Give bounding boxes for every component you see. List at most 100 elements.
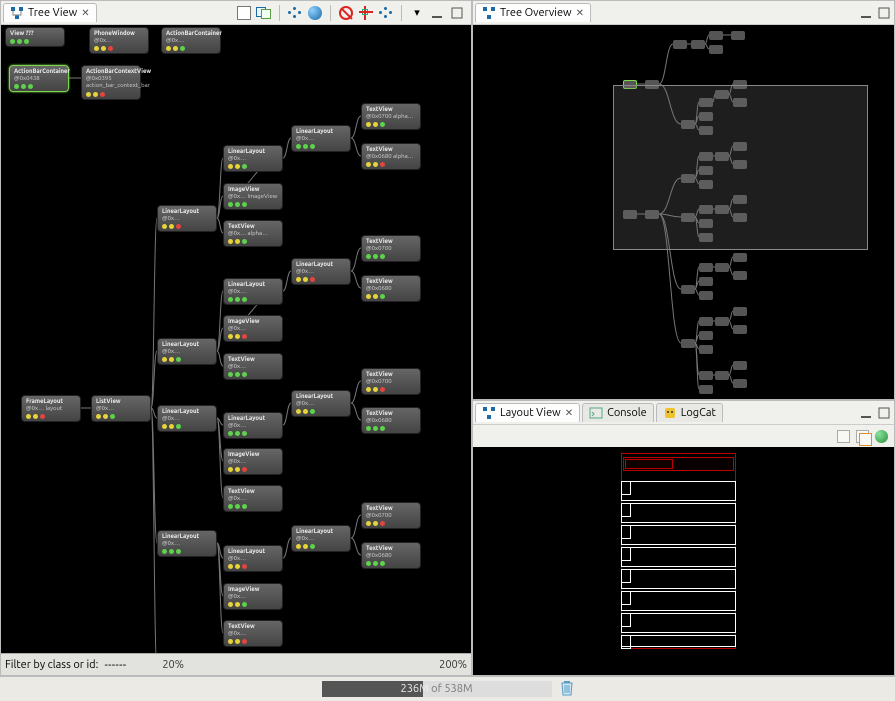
lv-outline-icon[interactable] bbox=[837, 430, 850, 443]
tab-layout-view-label: Layout View bbox=[500, 407, 561, 419]
hierarchy-icon[interactable] bbox=[287, 5, 303, 21]
save-layers-icon[interactable] bbox=[256, 5, 272, 21]
overview-node bbox=[699, 263, 713, 272]
maximize-icon[interactable] bbox=[449, 5, 465, 21]
tree-node[interactable]: LinearLayout@0x… bbox=[291, 258, 351, 285]
overview-node bbox=[699, 371, 713, 380]
overview-node bbox=[699, 317, 713, 326]
tree-node[interactable]: LinearLayout@0x… bbox=[223, 545, 283, 572]
tree-node[interactable]: TextView@0x0680 alpha… bbox=[361, 143, 421, 170]
zoom-in-link[interactable]: 200% bbox=[439, 659, 467, 671]
layout-view-panel: Layout View ✕ Console LogCat bbox=[472, 400, 895, 676]
hierarchy2-icon[interactable] bbox=[378, 5, 394, 21]
minimize-icon[interactable] bbox=[858, 405, 874, 421]
mem-used: 236M bbox=[400, 683, 428, 695]
tree-node[interactable]: View ??? bbox=[5, 27, 65, 47]
tree-view-footer: Filter by class or id: 20% 200% bbox=[1, 653, 471, 675]
overview-node bbox=[733, 307, 747, 316]
tree-view-tabbar: Tree View ✕ ▾ bbox=[1, 1, 471, 25]
minimize-icon[interactable] bbox=[429, 5, 445, 21]
request-layout-icon[interactable] bbox=[358, 5, 374, 21]
tree-node[interactable]: LinearLayout@0x… bbox=[291, 525, 351, 552]
tree-view-toolbar: ▾ bbox=[232, 1, 469, 25]
layout-view-canvas[interactable] bbox=[473, 447, 894, 675]
overview-node bbox=[691, 40, 705, 49]
view-menu-icon[interactable]: ▾ bbox=[409, 5, 425, 21]
tab-close-icon[interactable]: ✕ bbox=[81, 7, 89, 19]
memory-meter: 236M of 538M bbox=[322, 681, 552, 697]
tree-node[interactable]: FrameLayout@0x… layout bbox=[21, 395, 81, 422]
tree-node[interactable]: TextView@0x… alpha… bbox=[223, 220, 283, 247]
tab-console[interactable]: Console bbox=[582, 403, 654, 422]
overview-node bbox=[715, 371, 729, 380]
tree-node[interactable]: TextView@0x0680 bbox=[361, 542, 421, 569]
tab-logcat-label: LogCat bbox=[681, 407, 716, 419]
tree-node[interactable]: ListView@0x… bbox=[91, 395, 151, 422]
minimize-icon[interactable] bbox=[858, 5, 874, 21]
tab-tree-view[interactable]: Tree View ✕ bbox=[3, 3, 97, 22]
overview-node bbox=[699, 345, 713, 354]
tab-tree-overview[interactable]: Tree Overview ✕ bbox=[475, 3, 591, 22]
overview-node bbox=[699, 331, 713, 340]
overview-node bbox=[699, 291, 713, 300]
maximize-icon[interactable] bbox=[876, 405, 892, 421]
tree-node[interactable]: TextView@0x… bbox=[223, 353, 283, 380]
overview-node bbox=[709, 31, 723, 40]
tree-node[interactable]: ImageView@0x… bbox=[223, 315, 283, 342]
overview-node bbox=[733, 379, 747, 388]
tab-console-label: Console bbox=[607, 407, 647, 419]
tree-node[interactable]: ImageView@0x… bbox=[223, 583, 283, 610]
tab-logcat[interactable]: LogCat bbox=[656, 403, 723, 422]
overview-node bbox=[699, 385, 713, 394]
tree-node[interactable]: TextView@0x0700 bbox=[361, 368, 421, 395]
tree-node[interactable]: LinearLayout@0x… bbox=[157, 530, 217, 557]
tree-overview-canvas[interactable] bbox=[473, 25, 894, 399]
tree-node[interactable]: PhoneWindow@0x… bbox=[89, 27, 149, 54]
maximize-icon[interactable] bbox=[876, 5, 892, 21]
tree-node[interactable]: TextView@0x0700 bbox=[361, 502, 421, 529]
tree-node[interactable]: TextView@0x… bbox=[223, 620, 283, 647]
tree-node[interactable]: ImageView@0x… ImageView bbox=[223, 183, 283, 210]
tree-node[interactable]: TextView@0x0700 alpha… bbox=[361, 103, 421, 130]
gc-trash-icon[interactable] bbox=[560, 680, 574, 699]
tab-layout-view[interactable]: Layout View ✕ bbox=[475, 403, 580, 422]
tree-node[interactable]: TextView@0x0680 bbox=[361, 407, 421, 434]
overview-node bbox=[715, 317, 729, 326]
save-single-icon[interactable] bbox=[236, 5, 252, 21]
console-icon bbox=[589, 406, 603, 420]
tree-node[interactable]: ActionBarContainer@0x0438 bbox=[9, 65, 69, 92]
logcat-icon bbox=[663, 406, 677, 420]
tab-close-icon[interactable]: ✕ bbox=[565, 407, 573, 419]
globe-icon[interactable] bbox=[307, 5, 323, 21]
tree-icon bbox=[482, 6, 496, 20]
tree-overview-tabbar: Tree Overview ✕ bbox=[473, 1, 894, 25]
tree-node[interactable]: LinearLayout@0x… bbox=[223, 278, 283, 305]
overview-node bbox=[733, 271, 747, 280]
tree-node[interactable]: TextView@0x… bbox=[223, 485, 283, 512]
overview-node bbox=[681, 285, 695, 294]
tree-node[interactable]: LinearLayout@0x… bbox=[157, 205, 217, 232]
invalidate-icon[interactable] bbox=[338, 5, 354, 21]
device-list bbox=[621, 479, 736, 649]
tree-node[interactable]: TextView@0x0680 bbox=[361, 275, 421, 302]
overview-node bbox=[733, 253, 747, 262]
filter-input[interactable] bbox=[104, 659, 144, 671]
tree-node[interactable]: LinearLayout@0x… bbox=[291, 125, 351, 152]
tree-node[interactable]: ActionBarContainer@0x… bbox=[161, 27, 221, 54]
tree-node[interactable]: ImageView@0x… bbox=[223, 448, 283, 475]
tree-overview-panel: Tree Overview ✕ bbox=[472, 0, 895, 400]
tree-node[interactable]: TextView@0x0700 bbox=[361, 235, 421, 262]
tree-node[interactable]: LinearLayout@0x… bbox=[157, 405, 217, 432]
zoom-out-link[interactable]: 20% bbox=[162, 659, 184, 671]
overview-viewport[interactable] bbox=[613, 85, 868, 250]
tree-node[interactable]: ActionBarContextView@0x0395 action_bar_c… bbox=[81, 65, 141, 100]
tree-node[interactable]: LinearLayout@0x… bbox=[291, 390, 351, 417]
tree-node[interactable]: LinearLayout@0x… bbox=[223, 145, 283, 172]
lv-stack-icon[interactable] bbox=[856, 430, 869, 443]
tree-node[interactable]: LinearLayout@0x… bbox=[157, 338, 217, 365]
tree-node[interactable]: LinearLayout@0x… bbox=[223, 412, 283, 439]
tree-view-canvas[interactable]: View ??? PhoneWindow@0x… ActionBarContaine… bbox=[1, 25, 471, 653]
lv-globe-icon[interactable] bbox=[875, 430, 888, 443]
tab-close-icon[interactable]: ✕ bbox=[576, 7, 584, 19]
overview-node bbox=[733, 325, 747, 334]
